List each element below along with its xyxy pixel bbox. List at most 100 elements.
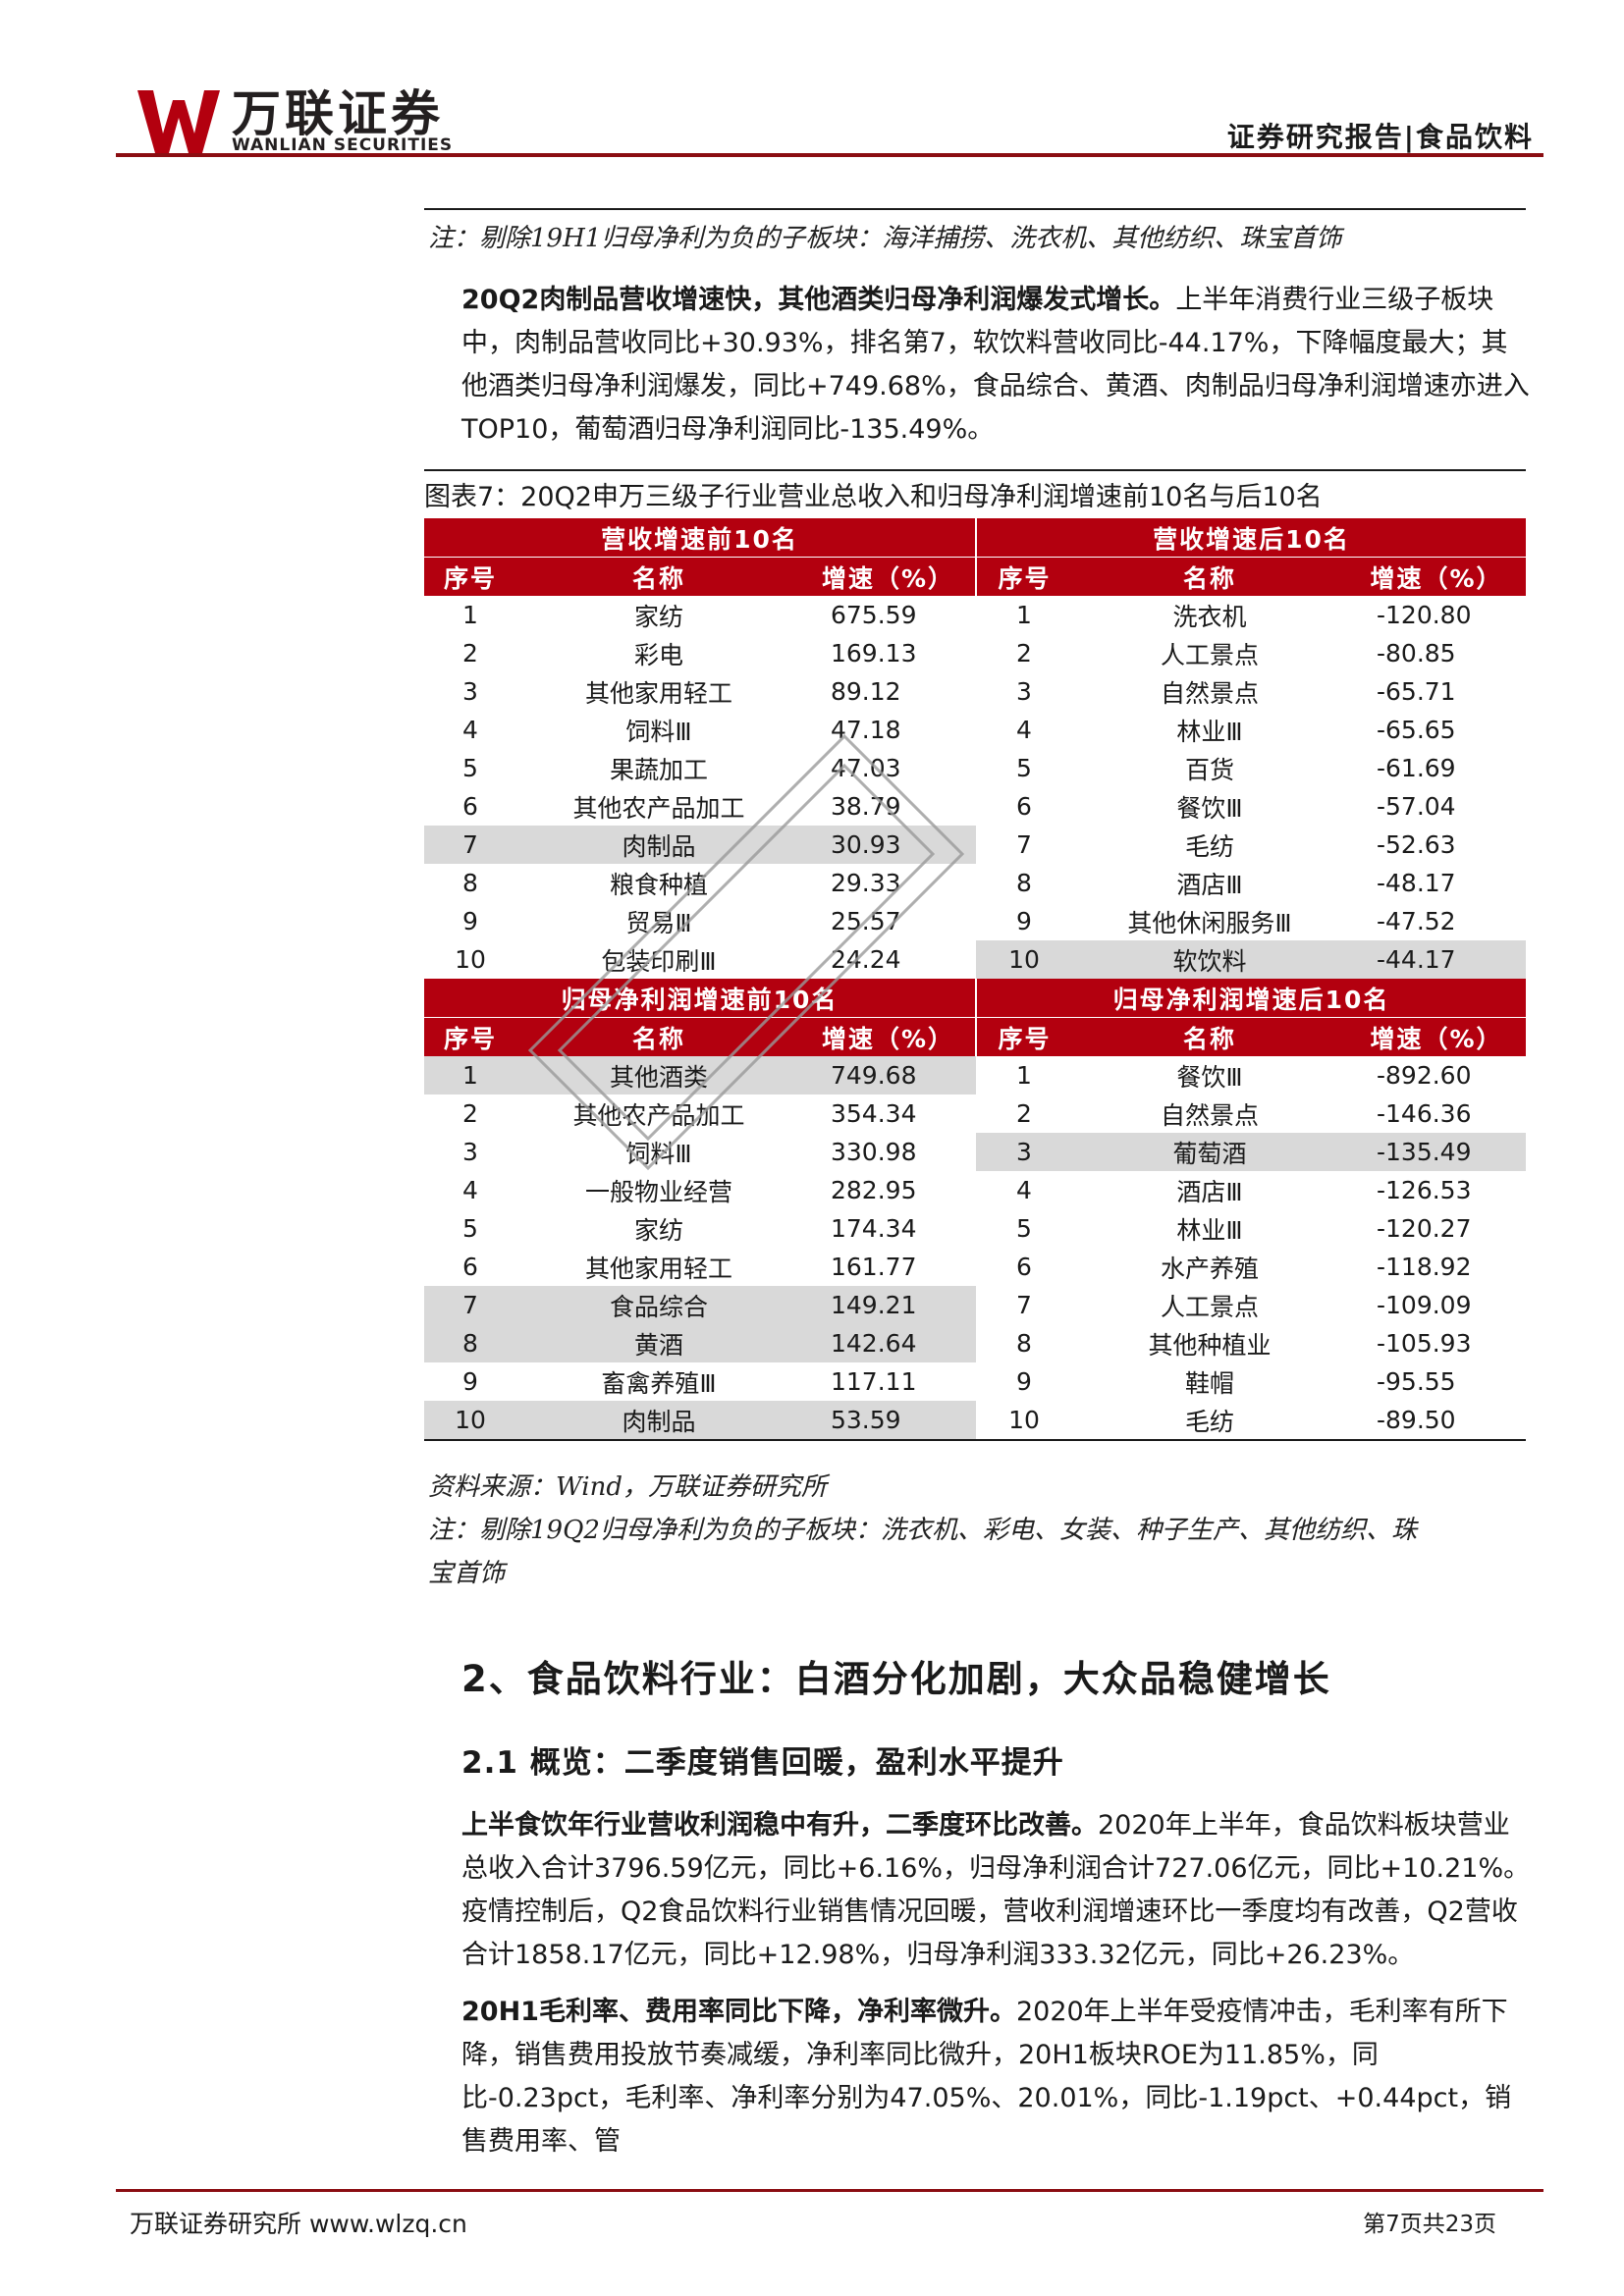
- figure-title: 图表7：20Q2申万三级子行业营业总收入和归母净利润增速前10名与后10名: [424, 482, 1323, 512]
- cell-rate: 282.95: [831, 1176, 917, 1204]
- table-row: 9 贸易Ⅲ 25.57 9 其他休闲服务Ⅲ -47.52: [424, 902, 1526, 940]
- paragraph-lead: 20H1毛利率、费用率同比下降，净利率微升。: [461, 1997, 1016, 2027]
- cell-name: 家纺: [633, 602, 683, 631]
- note-exclusion-19q2-line1: 注：剔除19Q2归母净利为负的子板块：洗衣机、彩电、女装、种子生产、其他纺织、珠: [428, 1516, 1417, 1545]
- section-header-row: 归母净利润增速前10名 归母净利润增速后10名: [424, 979, 1526, 1018]
- cell-index: 8: [462, 869, 478, 897]
- cell-index: 6: [1016, 1253, 1032, 1281]
- footer-institution: 万联证券研究所 www.wlzq.cn: [130, 2210, 467, 2238]
- cell-index: 2: [462, 1099, 478, 1128]
- cell-rate: 89.12: [831, 677, 901, 706]
- cell-rate: -118.92: [1377, 1253, 1472, 1281]
- cell-rate: 169.13: [831, 639, 917, 667]
- cell-index: 6: [462, 1253, 478, 1281]
- cell-name: 彩电: [633, 640, 683, 669]
- cell-index: 7: [1016, 830, 1032, 859]
- table-row: 6 其他家用轻工 161.77 6 水产养殖 -118.92: [424, 1248, 1526, 1286]
- cell-rate: -95.55: [1377, 1367, 1456, 1396]
- cell-name: 畜禽养殖Ⅲ: [601, 1368, 717, 1398]
- cell-index: 3: [976, 1133, 1072, 1171]
- table-row: 7 肉制品 30.93 7 毛纺 -52.63: [424, 826, 1526, 864]
- col-header-name: 名称: [516, 557, 801, 596]
- cell-index: 9: [462, 1367, 478, 1396]
- cell-name: 毛纺: [1184, 831, 1234, 861]
- cell-rate: -120.80: [1377, 601, 1472, 629]
- section-title-right: 归母净利润增速后10名: [975, 979, 1526, 1018]
- cell-rate: 47.18: [831, 716, 901, 744]
- cell-rate: 675.59: [831, 601, 917, 629]
- cell-rate: -44.17: [1347, 940, 1526, 979]
- table-row: 10 包装印刷Ⅲ 24.24 10 软饮料 -44.17: [424, 940, 1526, 979]
- table-source: 资料来源：Wind，万联证券研究所: [428, 1472, 827, 1502]
- cell-index: 5: [1016, 754, 1032, 782]
- cell-name: 其他家用轻工: [584, 678, 732, 708]
- col-header-index: 序号: [975, 1017, 1072, 1056]
- cell-rate: 149.21: [801, 1286, 976, 1324]
- cell-name: 肉制品: [516, 1401, 801, 1441]
- col-header-rate: 增速（%）: [1347, 557, 1526, 596]
- col-header-index: 序号: [424, 1017, 516, 1056]
- cell-rate: -135.49: [1347, 1133, 1526, 1171]
- cell-name: 其他农产品加工: [572, 793, 745, 823]
- growth-ranking-table: 营收增速前10名 营收增速后10名 序号 名称 增速（%） 序号 名称 增速（%） 1 家纺 675…: [424, 518, 1526, 1441]
- cell-name: 自然景点: [1160, 1100, 1259, 1130]
- cell-rate: 142.64: [801, 1324, 976, 1362]
- header-divider: [116, 153, 1543, 157]
- cell-rate: -80.85: [1377, 639, 1456, 667]
- table-row: 8 粮食种植 29.33 8 酒店Ⅲ -48.17: [424, 864, 1526, 902]
- cell-name: 包装印刷Ⅲ: [601, 946, 717, 976]
- cell-name: 果蔬加工: [609, 755, 708, 784]
- paragraph-lead: 上半食饮年行业营收利润稳中有升，二季度环比改善。: [461, 1810, 1098, 1841]
- cell-rate: -48.17: [1377, 869, 1456, 897]
- cell-rate: -65.71: [1377, 677, 1456, 706]
- logo-w-icon: [137, 90, 220, 153]
- cell-index: 8: [1016, 1329, 1032, 1358]
- cell-rate: -65.65: [1377, 716, 1456, 744]
- cell-index: 6: [1016, 792, 1032, 821]
- cell-name: 软饮料: [1072, 940, 1347, 979]
- cell-rate: -105.93: [1377, 1329, 1472, 1358]
- cell-index: 9: [462, 907, 478, 935]
- cell-rate: 24.24: [831, 945, 901, 974]
- note-top-rule: [424, 208, 1526, 210]
- cell-index: 10: [976, 940, 1072, 979]
- cell-name: 毛纺: [1072, 1401, 1347, 1441]
- paragraph-margins: 20H1毛利率、费用率同比下降，净利率微升。2020年上半年受疫情冲击，毛利率有…: [461, 1991, 1532, 2163]
- cell-name: 林业Ⅲ: [1176, 717, 1243, 746]
- cell-name: 贸易Ⅲ: [625, 908, 692, 937]
- table-body: 营收增速前10名 营收增速后10名 序号 名称 增速（%） 序号 名称 增速（%） 1 家纺 675…: [424, 518, 1526, 1441]
- col-header-index: 序号: [975, 557, 1072, 596]
- cell-rate: -146.36: [1377, 1099, 1472, 1128]
- cell-name: 其他农产品加工: [572, 1100, 745, 1130]
- cell-rate: 174.34: [831, 1214, 917, 1243]
- cell-name: 洗衣机: [1172, 602, 1247, 631]
- cell-name: 自然景点: [1160, 678, 1259, 708]
- table-row: 5 家纺 174.34 5 林业Ⅲ -120.27: [424, 1209, 1526, 1248]
- cell-index: 9: [1016, 907, 1032, 935]
- table-row: 6 其他农产品加工 38.79 6 餐饮Ⅲ -57.04: [424, 787, 1526, 826]
- cell-index: 4: [462, 716, 478, 744]
- cell-name: 其他家用轻工: [584, 1254, 732, 1283]
- cell-rate: 749.68: [801, 1056, 976, 1095]
- table-row: 5 果蔬加工 47.03 5 百货 -61.69: [424, 749, 1526, 787]
- cell-index: 4: [462, 1176, 478, 1204]
- table-row: 4 饲料Ⅲ 47.18 4 林业Ⅲ -65.65: [424, 711, 1526, 749]
- table-row: 1 其他酒类 749.68 1 餐饮Ⅲ -892.60: [424, 1056, 1526, 1095]
- paragraph-h1-overview: 上半食饮年行业营收利润稳中有升，二季度环比改善。2020年上半年，食品饮料板块营…: [461, 1804, 1532, 1977]
- cell-name: 人工景点: [1160, 1292, 1259, 1321]
- cell-rate: -892.60: [1377, 1061, 1472, 1090]
- cell-name: 其他种植业: [1148, 1330, 1272, 1360]
- cell-name: 其他休闲服务Ⅲ: [1127, 908, 1292, 937]
- cell-index: 2: [1016, 1099, 1032, 1128]
- cell-index: 4: [1016, 716, 1032, 744]
- table-row: 2 其他农产品加工 354.34 2 自然景点 -146.36: [424, 1095, 1526, 1133]
- report-category: 证券研究报告|食品饮料: [1226, 121, 1534, 153]
- cell-name: 家纺: [633, 1215, 683, 1245]
- cell-rate: 38.79: [831, 792, 901, 821]
- cell-rate: -61.69: [1377, 754, 1456, 782]
- cell-index: 3: [462, 1138, 478, 1166]
- logo-english: WANLIAN SECURITIES: [232, 135, 454, 155]
- cell-name: 餐饮Ⅲ: [1176, 793, 1243, 823]
- column-header-row: 序号 名称 增速（%） 序号 名称 增速（%）: [424, 557, 1526, 596]
- cell-name: 饲料Ⅲ: [625, 717, 692, 746]
